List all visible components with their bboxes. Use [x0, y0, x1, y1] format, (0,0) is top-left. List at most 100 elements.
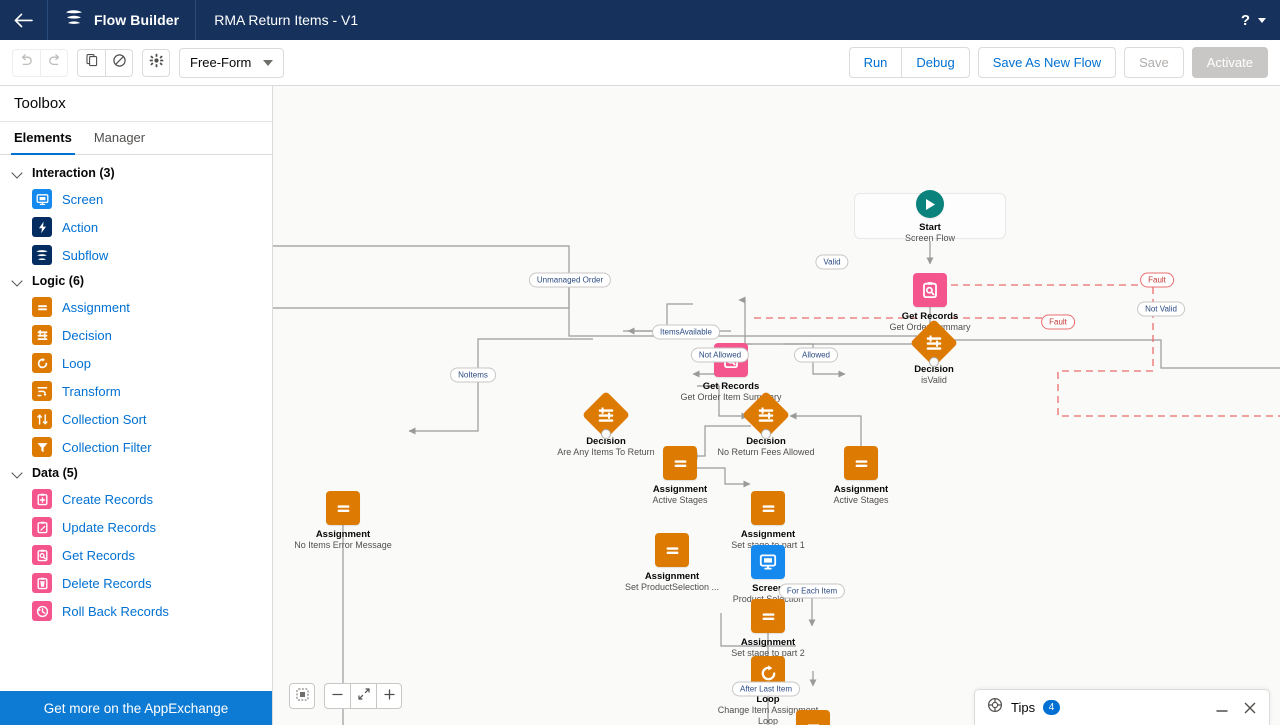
connector-label[interactable]: Allowed	[793, 347, 839, 363]
assign-node-icon[interactable]	[326, 491, 360, 525]
create-records-icon	[32, 489, 52, 509]
element-item-subflow[interactable]: Subflow	[0, 241, 272, 269]
connector-label[interactable]: ItemsAvailable	[652, 324, 720, 340]
element-item-screen[interactable]: Screen	[0, 185, 272, 213]
zoom-reset-button[interactable]	[350, 683, 376, 709]
node-noItemsErr[interactable]: Assignment No Items Error Message	[283, 491, 403, 551]
connector-label[interactable]: Fault	[1041, 314, 1075, 330]
assign-node-icon[interactable]	[655, 533, 689, 567]
connector-label[interactable]: After Last Item	[731, 681, 801, 697]
minimize-icon[interactable]	[1215, 701, 1229, 715]
assign-node-icon[interactable]	[796, 710, 830, 725]
toolbox-section-header[interactable]: Logic (6)	[0, 269, 272, 293]
element-item-loop[interactable]: Loop	[0, 349, 272, 377]
get-records-icon	[32, 545, 52, 565]
cut-button[interactable]	[105, 48, 133, 77]
save-as-new-flow-button[interactable]: Save As New Flow	[977, 47, 1117, 78]
element-item-create-records[interactable]: Create Records	[0, 485, 272, 513]
plus-icon	[383, 688, 396, 705]
connector-label[interactable]: Not Allowed	[690, 347, 750, 363]
activate-button[interactable]: Activate	[1191, 47, 1268, 78]
getrec-node-icon[interactable]	[913, 273, 947, 307]
assign-node-icon[interactable]	[844, 446, 878, 480]
element-item-collection-sort[interactable]: Collection Sort	[0, 405, 272, 433]
element-item-assignment[interactable]: Assignment	[0, 293, 272, 321]
fit-to-screen-icon	[296, 688, 309, 705]
element-item-label: Collection Filter	[62, 439, 152, 455]
toolbox-title: Toolbox	[0, 86, 272, 122]
node-stagePart2[interactable]: Assignment Set stage to part 2	[708, 599, 828, 659]
decision-outcome-handle[interactable]	[761, 429, 771, 439]
run-button[interactable]: Run	[848, 47, 902, 78]
copy-button[interactable]	[77, 48, 105, 77]
element-item-collection-filter[interactable]: Collection Filter	[0, 433, 272, 461]
close-icon[interactable]	[1243, 701, 1257, 715]
help-icon[interactable]: ?	[1239, 12, 1252, 29]
assign-node-icon[interactable]	[663, 446, 697, 480]
element-item-roll-back-records[interactable]: Roll Back Records	[0, 597, 272, 625]
element-item-transform[interactable]: Transform	[0, 377, 272, 405]
back-button[interactable]	[0, 0, 48, 40]
settings-button[interactable]	[142, 48, 170, 77]
node-subtitle: Screen Flow	[904, 233, 956, 243]
element-item-label: Get Records	[62, 547, 135, 563]
zoom-out-button[interactable]	[324, 683, 350, 709]
decision-outcome-handle[interactable]	[929, 357, 939, 367]
rollback-records-icon	[32, 601, 52, 621]
connector-label[interactable]: Fault	[1140, 272, 1174, 288]
zoom-controls	[289, 683, 402, 709]
node-subtitle: No Items Error Message	[294, 540, 392, 550]
element-item-update-records[interactable]: Update Records	[0, 513, 272, 541]
chevron-down-icon	[263, 59, 274, 66]
tab-manager[interactable]: Manager	[94, 122, 145, 154]
flow-canvas[interactable]: Start Screen Flow Get Records Get Order S…	[273, 86, 1280, 725]
decision-outcome-handle[interactable]	[601, 429, 611, 439]
assign-node-icon[interactable]	[751, 599, 785, 633]
node-isValid[interactable]: Decision isValid	[874, 318, 994, 386]
debug-button[interactable]: Debug	[901, 47, 970, 78]
tab-elements[interactable]: Elements	[11, 122, 75, 155]
element-item-label: Update Records	[62, 519, 156, 535]
layout-select-value: Free-Form	[190, 55, 252, 70]
chevron-down-icon	[12, 275, 24, 287]
tips-actions	[1215, 701, 1257, 715]
toolbox-section-header[interactable]: Data (5)	[0, 461, 272, 485]
redo-button[interactable]	[40, 48, 68, 77]
zoom-in-button[interactable]	[376, 683, 402, 709]
save-button[interactable]: Save	[1124, 47, 1184, 78]
gear-icon	[149, 53, 164, 73]
main-body: Toolbox Elements Manager Interaction (3)…	[0, 86, 1280, 725]
expand-icon	[357, 687, 371, 705]
element-item-label: Action	[62, 219, 99, 235]
node-changeItem[interactable]: AssignmentChange Item Assignment	[753, 710, 873, 725]
connector-label[interactable]: Unmanaged Order	[528, 272, 612, 288]
node-title: Get Records	[901, 311, 959, 322]
assign-node-icon[interactable]	[751, 491, 785, 525]
minus-icon	[331, 688, 344, 705]
element-item-decision[interactable]: Decision	[0, 321, 272, 349]
chevron-down-icon[interactable]	[1258, 17, 1266, 23]
screen-node-icon[interactable]	[751, 545, 785, 579]
arrow-left-icon	[14, 13, 33, 28]
start-icon[interactable]	[916, 190, 944, 218]
connector-label[interactable]: Not Valid	[1137, 301, 1185, 317]
element-item-delete-records[interactable]: Delete Records	[0, 569, 272, 597]
layout-select[interactable]: Free-Form	[179, 47, 285, 78]
connector-label[interactable]: For Each Item	[778, 583, 846, 599]
connector-label[interactable]: Valid	[815, 254, 849, 270]
header-actions: ?	[1239, 0, 1280, 40]
tips-panel[interactable]: Tips 4	[974, 689, 1270, 725]
element-item-action[interactable]: Action	[0, 213, 272, 241]
app-identity[interactable]: Flow Builder	[48, 0, 197, 40]
node-title: Assignment	[740, 637, 796, 648]
fit-to-screen-button[interactable]	[289, 683, 315, 709]
copy-icon	[85, 53, 99, 72]
connector-label[interactable]: NoItems	[450, 367, 496, 383]
node-start[interactable]: Start Screen Flow	[870, 190, 990, 244]
appexchange-link[interactable]: Get more on the AppExchange	[0, 691, 272, 725]
toolbox-section-header[interactable]: Interaction (3)	[0, 161, 272, 185]
element-item-get-records[interactable]: Get Records	[0, 541, 272, 569]
node-title: Assignment	[315, 529, 371, 540]
subflow-icon	[32, 245, 52, 265]
undo-button[interactable]	[12, 48, 40, 77]
